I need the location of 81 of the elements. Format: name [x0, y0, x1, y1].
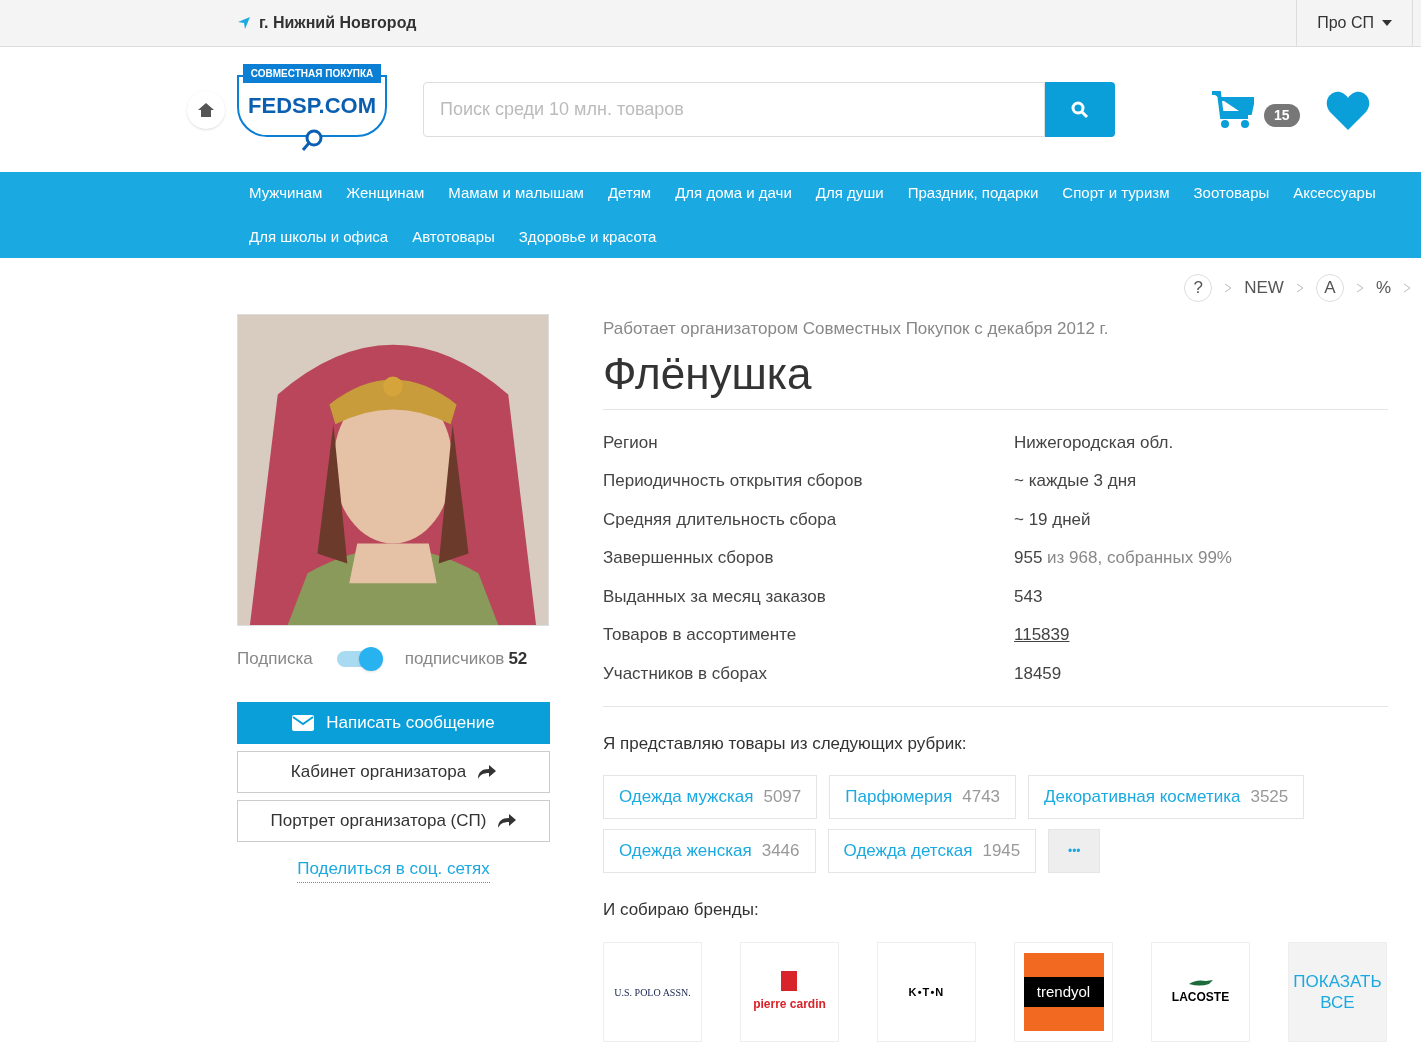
- home-button[interactable]: [187, 90, 225, 129]
- share-arrow-icon: [498, 814, 517, 828]
- stat-label: Регион: [603, 431, 659, 454]
- crocodile-icon: [1187, 978, 1214, 988]
- brand-card[interactable]: pierre cardin: [740, 942, 839, 1042]
- nav-link[interactable]: Мужчинам: [237, 182, 335, 205]
- brand-card[interactable]: K•T•N: [877, 942, 976, 1042]
- breadcrumb-link[interactable]: NEW: [1244, 275, 1284, 301]
- chevron-icon: [1224, 283, 1233, 293]
- brand-logo: pierre cardin: [753, 971, 826, 1013]
- stat-value: 543: [1014, 585, 1043, 608]
- city-link[interactable]: г. Нижний Новгород: [259, 11, 417, 35]
- rubric-tag[interactable]: Одежда мужская 5097: [603, 774, 818, 819]
- stat-value: 18459: [1014, 662, 1062, 685]
- rubrics-heading: Я представляю товары из следующих рубрик:: [603, 733, 968, 755]
- search-icon: [1071, 100, 1089, 119]
- stat-value: ~ 19 дней: [1014, 508, 1091, 531]
- brand-card[interactable]: LACOSTE: [1151, 942, 1250, 1042]
- stat-value: Нижегородская обл.: [1014, 431, 1174, 454]
- stat-label: Участников в сборах: [603, 662, 768, 685]
- caret-icon: [1382, 20, 1392, 26]
- about-menu[interactable]: Про СП: [1296, 0, 1413, 46]
- logo-ribbon: СОВМЕСТНАЯ ПОКУПКА: [242, 63, 382, 83]
- subscribers-count: 52: [508, 648, 528, 671]
- subscribers-label: подписчиков: [404, 648, 505, 671]
- stat-label: Выданных за месяц заказов: [603, 585, 827, 608]
- magnifier-icon: [300, 128, 324, 153]
- nav-link[interactable]: Детям: [595, 182, 664, 205]
- search-field[interactable]: Поиск среди 10 млн. товаров: [423, 82, 1045, 137]
- brand-card[interactable]: U.S. POLO ASSN.: [603, 942, 702, 1042]
- nav-link[interactable]: Для дома и дачи: [663, 182, 804, 205]
- heart-icon[interactable]: [1325, 89, 1370, 130]
- cart-icon[interactable]: [1212, 90, 1254, 129]
- cart-count-badge: 15: [1264, 104, 1300, 127]
- chevron-icon: [1403, 283, 1411, 293]
- home-icon: [198, 102, 214, 117]
- breadcrumb-link[interactable]: %: [1375, 275, 1391, 301]
- organizer-link-button[interactable]: Портрет организатора (СП): [237, 800, 550, 842]
- share-arrow-icon: [478, 765, 497, 779]
- write-message-button[interactable]: Написать сообщение: [237, 702, 550, 744]
- nav-link[interactable]: Мамам и малышам: [436, 182, 596, 205]
- rubric-tag[interactable]: Декоративная косметика 3525: [1028, 774, 1305, 819]
- nav-link[interactable]: Для души: [803, 182, 896, 205]
- nav-link[interactable]: Праздник, подарки: [895, 182, 1051, 205]
- rubric-tag[interactable]: Парфюмерия 4743: [829, 774, 1017, 819]
- brand-logo: LACOSTE: [1171, 978, 1230, 1006]
- stat-label: Средняя длительность сбора: [603, 508, 838, 531]
- organizer-since-text: Работает организатором Совместных Покупок с декабря 2012 г.: [603, 318, 1110, 340]
- share-link[interactable]: Поделиться в соц. сетях: [297, 856, 490, 883]
- chevron-icon: [1295, 283, 1304, 293]
- brand-logo: trendyol: [1023, 953, 1104, 1031]
- brands-heading: И собираю бренды:: [603, 898, 760, 921]
- show-all-brands-button[interactable]: ПОКАЗАТЬ ВСЕ: [1288, 942, 1387, 1042]
- more-rubrics-button[interactable]: •••: [1048, 828, 1101, 873]
- subscribe-label: Подписка: [237, 648, 313, 671]
- nav-link[interactable]: Для школы и офиса: [237, 225, 401, 248]
- chevron-icon: [1355, 283, 1364, 293]
- nav-link[interactable]: Автотовары: [400, 225, 507, 248]
- nav-link[interactable]: Спорт и туризм: [1050, 182, 1182, 205]
- nav-link[interactable]: Женщинам: [334, 182, 437, 205]
- stat-label: Товаров в ассортименте: [603, 624, 798, 646]
- search-button[interactable]: [1045, 82, 1115, 137]
- subscribe-toggle[interactable]: [336, 646, 383, 672]
- stat-label: Завершенных сборов: [603, 547, 775, 569]
- nav-link[interactable]: Аксессуары: [1281, 182, 1388, 205]
- nav-link[interactable]: Здоровье и красота: [506, 225, 669, 248]
- rubric-tag[interactable]: Одежда женская 3446: [603, 828, 816, 873]
- stat-label: Периодичность открытия сборов: [603, 470, 864, 492]
- organizer-name: Флёнушка: [603, 345, 1388, 410]
- stat-value: 955 из 968, собранных 99%: [1014, 547, 1232, 569]
- logo-wordmark: FEDSP.COM: [248, 92, 376, 120]
- brand-logo: U.S. POLO ASSN.: [614, 985, 691, 1000]
- brand-card[interactable]: trendyol: [1014, 942, 1113, 1042]
- stat-value-link[interactable]: 115839: [1014, 622, 1070, 648]
- rubric-tag[interactable]: Одежда детская 1945: [827, 828, 1037, 873]
- brand-logo: K•T•N: [908, 984, 945, 1000]
- envelope-icon: [292, 715, 315, 731]
- nav-link[interactable]: Зоотовары: [1181, 182, 1282, 205]
- organizer-link-button[interactable]: Кабинет организатора: [237, 751, 550, 793]
- location-arrow-icon: [237, 16, 251, 30]
- stat-value: ~ каждые 3 дня: [1014, 470, 1137, 492]
